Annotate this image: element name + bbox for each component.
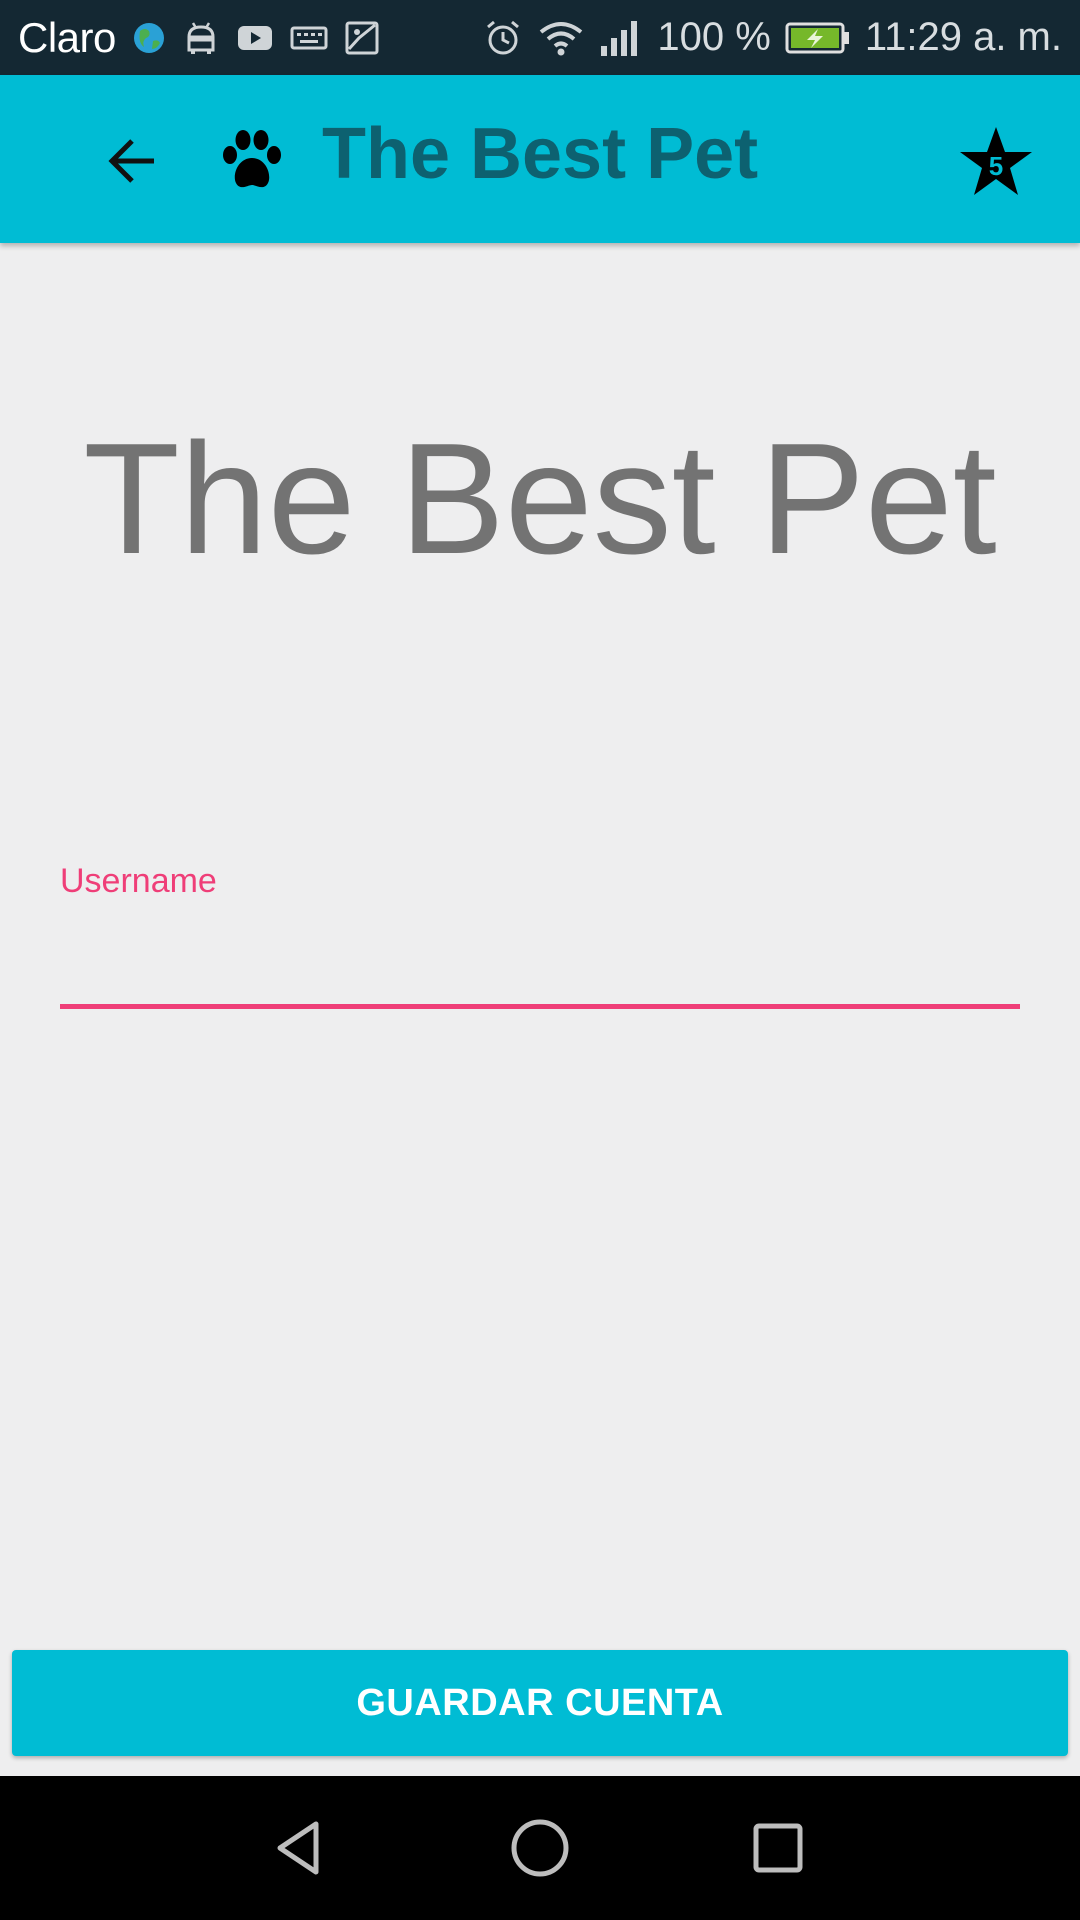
page-heading: The Best Pet bbox=[83, 411, 997, 587]
battery-percent: 100 % bbox=[657, 15, 771, 59]
android-icon bbox=[182, 0, 220, 75]
back-triangle-icon bbox=[277, 1821, 319, 1875]
nav-home-button[interactable] bbox=[498, 1806, 582, 1890]
carrier-name: Claro bbox=[18, 13, 116, 61]
favorites-button[interactable]: 5 bbox=[958, 123, 1034, 199]
save-account-button[interactable]: GUARDAR CUENTA bbox=[12, 1650, 1068, 1756]
clock: 11:29 a. m. bbox=[864, 15, 1062, 59]
battery-charging-icon bbox=[785, 0, 851, 75]
alarm-icon bbox=[483, 0, 523, 75]
paw-icon bbox=[223, 130, 281, 188]
nav-recents-button[interactable] bbox=[736, 1806, 820, 1890]
status-right: 100 % 11:29 a. m. bbox=[483, 0, 1062, 75]
app-bar: The Best Pet 5 bbox=[0, 75, 1080, 243]
app-title: The Best Pet bbox=[322, 114, 759, 194]
arrow-back-icon bbox=[108, 139, 154, 183]
username-label: Username bbox=[60, 862, 217, 900]
nav-back-button[interactable] bbox=[258, 1806, 342, 1890]
username-underline bbox=[60, 1004, 1020, 1009]
status-left: Claro bbox=[0, 0, 380, 75]
image-icon bbox=[344, 0, 380, 75]
recents-square-icon bbox=[753, 1823, 803, 1873]
back-button[interactable] bbox=[92, 121, 172, 201]
signal-icon bbox=[599, 0, 643, 75]
keyboard-icon bbox=[290, 0, 328, 75]
status-bar: Claro 100 % 11:29 a. m. bbox=[0, 0, 1080, 75]
username-input[interactable] bbox=[60, 920, 1020, 1004]
screen: Claro 100 % 11:29 a. m. The Best Pet 5 T… bbox=[0, 0, 1080, 1920]
home-circle-icon bbox=[511, 1819, 569, 1877]
youtube-icon bbox=[236, 0, 274, 75]
navigation-bar bbox=[0, 1776, 1080, 1920]
wifi-icon bbox=[537, 0, 585, 75]
globe-icon bbox=[132, 0, 166, 75]
favorites-count-badge: 5 bbox=[988, 150, 1004, 181]
